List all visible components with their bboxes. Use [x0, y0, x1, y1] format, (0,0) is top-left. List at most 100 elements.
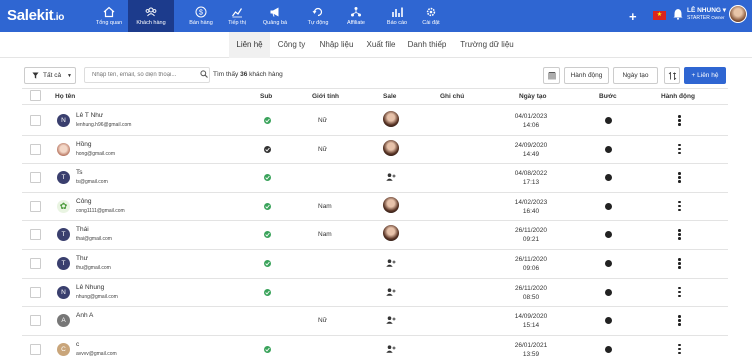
contact-avatar: ✿ — [57, 199, 70, 213]
more-actions-icon[interactable] — [678, 258, 681, 269]
table-row[interactable] — [22, 192, 728, 221]
sale-owner-avatar[interactable] — [383, 111, 399, 127]
report-icon — [392, 7, 403, 17]
column-settings-button[interactable] — [543, 67, 560, 84]
tab-import[interactable]: Nhập liệu — [313, 32, 360, 58]
row-checkbox[interactable] — [30, 258, 41, 269]
nav-item-settings[interactable]: Cài đặt — [412, 0, 450, 32]
notification-bell-icon[interactable] — [673, 8, 683, 20]
nav-item-automation[interactable]: Tự động — [299, 0, 337, 32]
contact-name[interactable]: Thư — [76, 255, 88, 262]
table-row[interactable] — [22, 249, 728, 278]
more-actions-icon[interactable] — [678, 315, 681, 326]
nav-item-customers[interactable]: Khách hàng — [128, 0, 174, 32]
created-date-day: 04/08/2022 — [514, 170, 548, 178]
contact-name[interactable]: Thái — [76, 226, 89, 233]
table-row[interactable] — [22, 278, 728, 307]
table-row[interactable] — [22, 106, 728, 135]
column-header-created-date[interactable]: Ngày tạo — [519, 89, 546, 104]
assign-sale-icon[interactable] — [386, 287, 396, 296]
column-header-name[interactable]: Họ tên — [55, 89, 75, 104]
created-date: 14/09/2020 15:14 — [503, 312, 559, 330]
column-header-sale[interactable]: Sale — [383, 89, 396, 104]
sale-owner-avatar[interactable] — [383, 196, 399, 213]
chart-icon — [232, 8, 243, 18]
filter-dropdown[interactable]: Tất cả ▼ — [24, 67, 76, 84]
more-actions-icon[interactable] — [678, 143, 681, 155]
row-checkbox[interactable] — [30, 229, 41, 241]
more-actions-icon[interactable] — [678, 229, 681, 240]
contact-name[interactable]: Công — [76, 198, 92, 205]
contact-name[interactable]: Anh A — [76, 312, 93, 319]
nav-item-reports[interactable]: Báo cáo — [378, 0, 416, 32]
filter-icon — [32, 72, 39, 79]
contact-gender: Nữ — [318, 317, 328, 325]
contact-name[interactable]: Ts — [76, 169, 83, 176]
nav-item-overview[interactable]: Tổng quan — [90, 0, 128, 32]
more-actions-icon[interactable] — [678, 286, 681, 298]
more-actions-icon[interactable] — [678, 115, 681, 126]
row-checkbox[interactable] — [30, 115, 41, 126]
row-checkbox[interactable] — [30, 200, 41, 212]
user-menu[interactable]: LÊ NHUNG ▾ STARTER Owner — [687, 7, 726, 22]
more-actions-icon[interactable] — [678, 200, 681, 212]
row-checkbox[interactable] — [30, 315, 41, 327]
row-checkbox[interactable] — [30, 172, 41, 184]
column-header-actions[interactable]: Hành động — [661, 89, 695, 104]
vietnam-flag-icon[interactable]: ★ — [653, 11, 666, 20]
contact-name[interactable]: c — [76, 341, 79, 348]
table-row[interactable] — [22, 306, 728, 335]
created-date: 26/11/2020 08:50 — [503, 284, 559, 302]
search-input[interactable] — [84, 67, 210, 83]
created-date-time: 15:14 — [522, 322, 540, 330]
contact-name[interactable]: Lê T Như — [76, 112, 103, 119]
tab-export[interactable]: Xuất file — [362, 32, 400, 58]
table-top-border — [22, 88, 728, 89]
svg-text:$: $ — [199, 10, 203, 17]
more-actions-icon[interactable] — [678, 343, 681, 355]
tab-companies[interactable]: Công ty — [270, 32, 313, 58]
contact-avatar: T — [57, 257, 70, 270]
tab-business-cards[interactable]: Danh thiếp — [403, 32, 451, 58]
table-row[interactable] — [22, 220, 728, 249]
table-row[interactable] — [22, 163, 728, 192]
nav-item-affiliate[interactable]: Affiliate — [336, 0, 376, 32]
users-icon — [145, 7, 157, 17]
sale-owner-avatar[interactable] — [383, 139, 399, 156]
tab-data-fields[interactable]: Trường dữ liệu — [456, 32, 518, 58]
created-date-time: 14:06 — [522, 122, 540, 129]
add-contact-button[interactable]: + Liên hệ — [684, 67, 726, 84]
quick-add-button[interactable]: + — [629, 9, 637, 24]
sort-order-button[interactable] — [664, 67, 680, 84]
column-header-step[interactable]: Bước — [599, 89, 617, 104]
nav-item-sales[interactable]: $ Bán hàng — [182, 0, 220, 32]
assign-sale-icon[interactable] — [386, 345, 396, 353]
contact-name[interactable]: Hồng — [76, 141, 92, 148]
table-row[interactable] — [22, 135, 728, 164]
step-indicator — [605, 260, 612, 267]
app-logo[interactable]: Salekit.io — [7, 7, 64, 24]
table-row[interactable] — [22, 335, 728, 356]
assign-sale-icon[interactable] — [386, 259, 396, 267]
nav-item-promotion[interactable]: Quảng bá — [256, 0, 294, 32]
action-dropdown[interactable]: Hành động — [564, 67, 609, 84]
created-date: 04/08/2022 17:13 — [503, 169, 559, 187]
row-checkbox[interactable] — [30, 143, 41, 155]
created-date: 04/01/2023 14:06 — [503, 112, 559, 130]
tab-contacts[interactable]: Liên hệ — [229, 32, 270, 58]
more-actions-icon[interactable] — [678, 172, 681, 183]
contact-name[interactable]: Lê Nhung — [76, 284, 104, 291]
user-avatar[interactable] — [729, 5, 747, 23]
column-header-note[interactable]: Ghi chú — [440, 89, 464, 104]
assign-sale-icon[interactable] — [386, 316, 396, 324]
sort-by-date-dropdown[interactable]: Ngày tạo — [613, 67, 658, 84]
search-icon[interactable] — [200, 70, 208, 78]
row-checkbox[interactable] — [30, 343, 41, 355]
column-header-gender[interactable]: Giới tính — [312, 89, 339, 104]
assign-sale-icon[interactable] — [386, 173, 396, 181]
step-indicator — [605, 145, 612, 153]
column-header-sub[interactable]: Sub — [260, 89, 272, 104]
nav-item-marketing[interactable]: Tiếp thị — [218, 0, 256, 32]
select-all-checkbox[interactable] — [30, 90, 41, 101]
row-checkbox[interactable] — [30, 286, 41, 298]
